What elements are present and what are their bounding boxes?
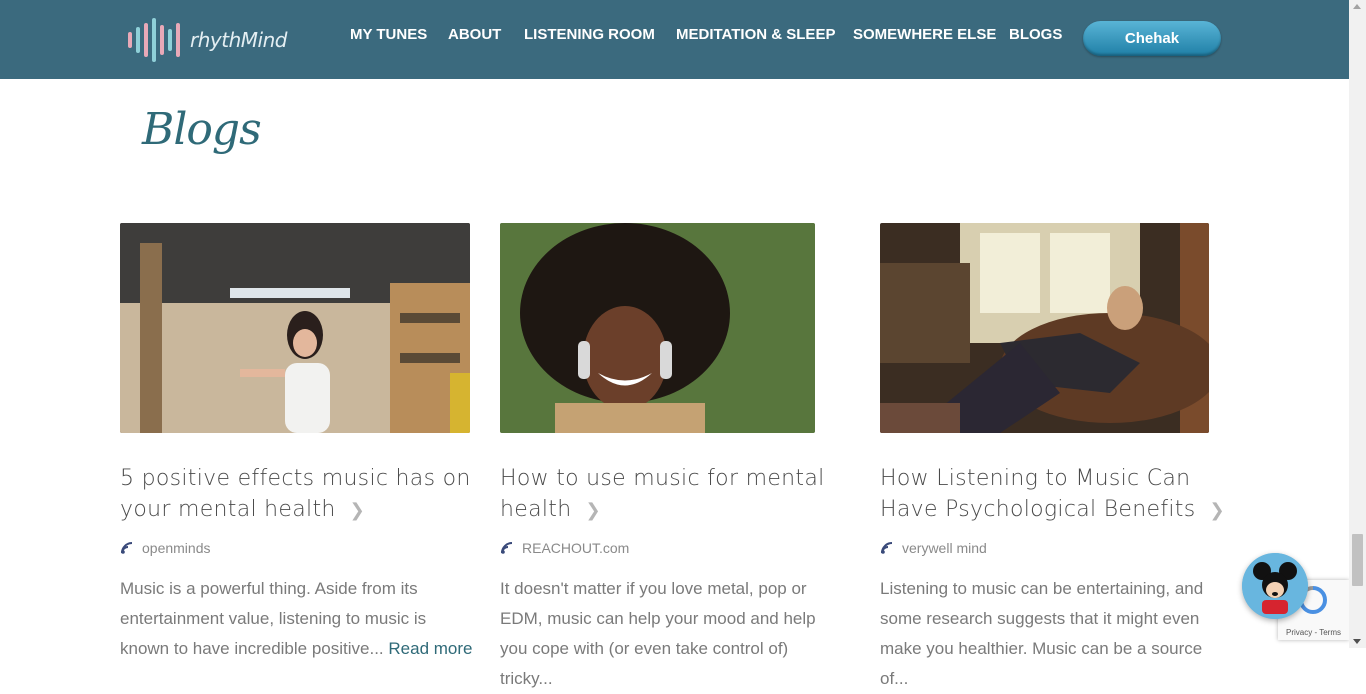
source-name: verywell mind	[902, 540, 987, 556]
blog-image[interactable]	[120, 223, 470, 433]
chevron-right-icon[interactable]: ❯	[585, 495, 600, 526]
blog-title-text: 5 positive effects music has on your men…	[120, 466, 471, 522]
chevron-right-icon[interactable]: ❯	[1209, 495, 1224, 526]
blog-excerpt: It doesn't matter if you love metal, pop…	[500, 579, 816, 688]
chevron-right-icon[interactable]: ❯	[350, 495, 365, 526]
blog-title-text: How Listening to Music Can Have Psycholo…	[880, 466, 1196, 522]
user-button[interactable]: Chehak	[1083, 21, 1221, 56]
scroll-thumb[interactable]	[1352, 534, 1363, 586]
blog-source: openminds	[120, 540, 475, 556]
blog-excerpt: Listening to music can be entertaining, …	[880, 579, 1204, 688]
source-name: REACHOUT.com	[522, 540, 630, 556]
blog-excerpt: Music is a powerful thing. Aside from it…	[120, 574, 475, 664]
logo-icon	[128, 16, 180, 64]
excerpt-text: Music is a powerful thing. Aside from it…	[120, 579, 427, 658]
page-title: Blogs	[142, 104, 262, 155]
blog-image[interactable]	[500, 223, 815, 433]
scroll-down-icon[interactable]	[1353, 639, 1361, 644]
scroll-up-icon[interactable]	[1353, 4, 1361, 9]
site-header: rhythMind MY TUNES ABOUT LISTENING ROOM …	[0, 0, 1349, 79]
recaptcha-terms[interactable]: Privacy - Terms	[1278, 628, 1349, 637]
site-logo[interactable]: rhythMind	[128, 16, 287, 64]
blog-title-text: How to use music for mental health	[500, 466, 825, 522]
nav-about[interactable]: ABOUT	[448, 26, 501, 43]
source-name: openminds	[142, 540, 211, 556]
chat-avatar[interactable]	[1242, 553, 1308, 619]
source-icon	[121, 542, 133, 554]
read-more-link[interactable]: Read more	[388, 639, 472, 658]
blog-title[interactable]: How to use music for mental health ❯	[500, 463, 845, 526]
source-icon	[501, 542, 513, 554]
nav-somewhere-else[interactable]: SOMEWHERE ELSE	[853, 26, 996, 43]
blog-image[interactable]	[880, 223, 1209, 433]
nav-meditation-sleep[interactable]: MEDITATION & SLEEP	[676, 26, 835, 43]
blog-source: REACHOUT.com	[500, 540, 845, 556]
mickey-icon	[1242, 553, 1308, 619]
page-scrollbar[interactable]	[1349, 0, 1366, 648]
nav-listening-room[interactable]: LISTENING ROOM	[524, 26, 655, 43]
brand-name: rhythMind	[190, 28, 287, 52]
blog-card: How Listening to Music Can Have Psycholo…	[880, 223, 1230, 694]
nav-my-tunes[interactable]: MY TUNES	[350, 26, 427, 43]
blog-card: 5 positive effects music has on your men…	[120, 223, 475, 664]
source-icon	[881, 542, 893, 554]
blog-card: How to use music for mental health ❯ REAC…	[500, 223, 845, 694]
blog-title[interactable]: 5 positive effects music has on your men…	[120, 463, 475, 526]
nav-blogs[interactable]: BLOGS	[1009, 26, 1062, 43]
blog-source: verywell mind	[880, 540, 1230, 556]
blog-title[interactable]: How Listening to Music Can Have Psycholo…	[880, 463, 1230, 526]
